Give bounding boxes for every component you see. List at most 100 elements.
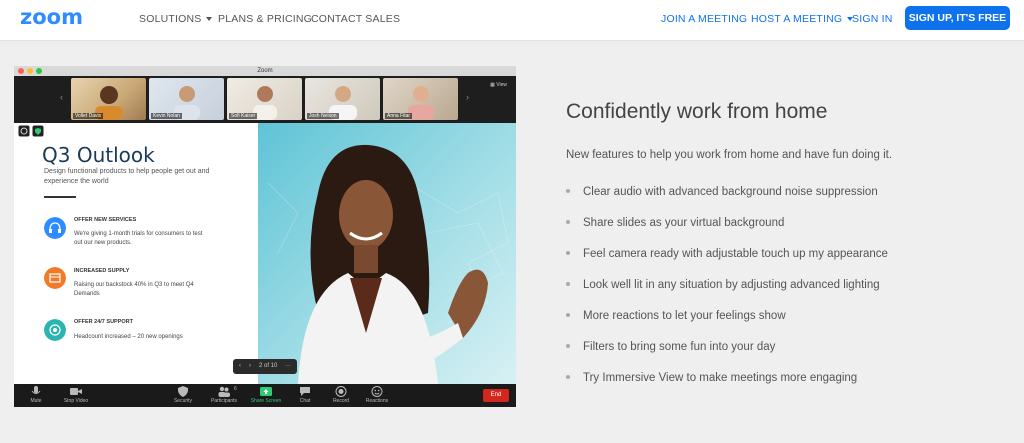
nav-join-meeting[interactable]: JOIN A MEETING	[661, 13, 747, 25]
participants-button[interactable]: Participants 6	[206, 386, 242, 404]
presentation-slide: Q3 Outlook Design functional products to…	[14, 123, 258, 384]
stop-video-label: Stop Video	[63, 398, 89, 404]
slide-item-text: Raising our backstock 40% in Q3 to meet …	[74, 282, 194, 297]
section-intro: New features to help you work from home …	[566, 149, 893, 161]
smiley-icon	[371, 386, 383, 397]
nav-host-meeting[interactable]: HOST A MEETING	[751, 13, 854, 25]
speaker-video	[258, 123, 516, 384]
participant-tile[interactable]: Kevin Nolan	[149, 78, 224, 120]
nav-host-meeting-label: HOST A MEETING	[751, 13, 843, 25]
feature-text: Look well lit in any situation by adjust…	[583, 279, 880, 291]
end-meeting-button[interactable]: End	[483, 389, 509, 402]
zoom-app-window: Zoom ‹ Vollet Davis Kevin Nolan Sofi Kai…	[14, 66, 516, 407]
nav-contact-sales[interactable]: CONTACT SALES	[311, 13, 400, 25]
headphones-icon	[44, 217, 66, 239]
chevron-down-icon	[206, 17, 213, 22]
participant-name: Vollet Davis	[73, 113, 104, 119]
bullet-icon	[566, 374, 570, 379]
meeting-toolbar: Mute Stop Video Security Participants 6 …	[14, 384, 516, 407]
share-screen-button[interactable]: Share Screen	[248, 386, 284, 404]
slide-pager[interactable]: ‹ › 2 of 10 ···	[233, 359, 297, 374]
participant-name: Sofi Kaiser	[229, 113, 258, 119]
chat-button[interactable]: Chat	[296, 386, 314, 404]
security-button[interactable]: Security	[171, 386, 195, 404]
chat-label: Chat	[299, 398, 311, 404]
feature-text: Share slides as your virtual background	[583, 217, 785, 229]
nav-solutions-label: SOLUTIONS	[139, 13, 202, 25]
reactions-label: Reactions	[365, 398, 389, 404]
zoom-logo[interactable]: zoom	[20, 5, 83, 29]
participant-tile[interactable]: Anna Fitar	[383, 78, 458, 120]
feature-text: Clear audio with advanced background noi…	[583, 186, 878, 198]
feature-item: More reactions to let your feelings show	[566, 310, 786, 322]
bullet-icon	[566, 219, 570, 224]
view-button[interactable]: ▦ View	[490, 82, 507, 88]
speaker-video-frame	[258, 123, 516, 384]
feature-item: Clear audio with advanced background noi…	[566, 186, 878, 198]
shield-icon	[178, 386, 188, 397]
top-navigation: zoom SOLUTIONS PLANS & PRICING CONTACT S…	[0, 0, 1024, 41]
nav-solutions[interactable]: SOLUTIONS	[139, 13, 213, 25]
bullet-icon	[566, 188, 570, 193]
record-icon	[335, 386, 347, 397]
chevron-right-icon[interactable]: ›	[466, 92, 469, 102]
nav-sign-in[interactable]: SIGN IN	[852, 13, 893, 25]
participants-label: Participants	[210, 398, 238, 404]
section-heading: Confidently work from home	[566, 100, 828, 123]
pager-label: 2 of 10	[259, 363, 278, 369]
shield-icon	[32, 125, 44, 137]
reactions-button[interactable]: Reactions	[362, 386, 392, 404]
feature-item: Try Immersive View to make meetings more…	[566, 372, 857, 384]
participant-tile[interactable]: Vollet Davis	[71, 78, 146, 120]
slide-title: Q3 Outlook	[42, 143, 155, 167]
feature-item: Share slides as your virtual background	[566, 217, 784, 229]
window-title: Zoom	[257, 68, 273, 74]
participant-strip: ‹ Vollet Davis Kevin Nolan Sofi Kaiser J…	[14, 76, 516, 123]
slide-item-text: We're giving 1-month trials for consumer…	[74, 231, 203, 246]
microphone-icon	[31, 386, 41, 394]
support-icon	[44, 319, 66, 341]
slide-item-text: Headcount increased – 20 new openings	[74, 334, 183, 340]
bullet-icon	[566, 250, 570, 255]
more-icon[interactable]: ···	[285, 359, 291, 374]
participant-tile[interactable]: Josh Nelson	[305, 78, 380, 120]
bullet-icon	[566, 281, 570, 286]
feature-text: Try Immersive View to make meetings more…	[583, 372, 858, 384]
participant-name: Josh Nelson	[307, 113, 339, 119]
security-label: Security	[173, 398, 193, 404]
slide-subtitle: Design functional products to help peopl…	[44, 168, 210, 185]
participant-tile[interactable]: Sofi Kaiser	[227, 78, 302, 120]
stop-video-button[interactable]: Stop Video	[60, 386, 92, 404]
chevron-left-icon[interactable]: ‹	[239, 359, 241, 374]
nav-plans-pricing[interactable]: PLANS & PRICING	[218, 13, 312, 25]
participant-name: Kevin Nolan	[151, 113, 182, 119]
bullet-icon	[566, 312, 570, 317]
signup-button[interactable]: SIGN UP, IT'S FREE	[905, 6, 1010, 30]
window-titlebar: Zoom	[14, 66, 516, 76]
record-label: Record	[332, 398, 350, 404]
security-badges	[18, 125, 44, 137]
box-icon	[44, 267, 66, 289]
divider	[44, 196, 76, 198]
info-icon	[18, 125, 30, 137]
participants-count: 6	[234, 386, 237, 392]
feature-item: Look well lit in any situation by adjust…	[566, 279, 880, 291]
bullet-icon	[566, 343, 570, 348]
mute-label: Mute	[30, 398, 42, 404]
participant-name: Anna Fitar	[385, 113, 413, 119]
feature-text: More reactions to let your feelings show	[583, 310, 786, 322]
mute-button[interactable]: Mute	[26, 386, 46, 404]
participants-icon	[218, 386, 230, 397]
chevron-left-icon[interactable]: ‹	[60, 92, 63, 102]
video-camera-icon	[70, 388, 82, 395]
chevron-right-icon[interactable]: ›	[249, 359, 251, 374]
feature-item: Feel camera ready with adjustable touch …	[566, 248, 888, 260]
slide-item-heading: OFFER 24/7 SUPPORT	[74, 319, 133, 325]
slide-item-heading: OFFER NEW SERVICES	[74, 217, 137, 223]
feature-text: Feel camera ready with adjustable touch …	[583, 248, 888, 260]
chat-icon	[300, 387, 310, 396]
feature-item: Filters to bring some fun into your day	[566, 341, 775, 353]
slide-item-heading: INCREASED SUPPLY	[74, 268, 130, 274]
share-screen-icon	[260, 387, 272, 396]
record-button[interactable]: Record	[330, 386, 352, 404]
